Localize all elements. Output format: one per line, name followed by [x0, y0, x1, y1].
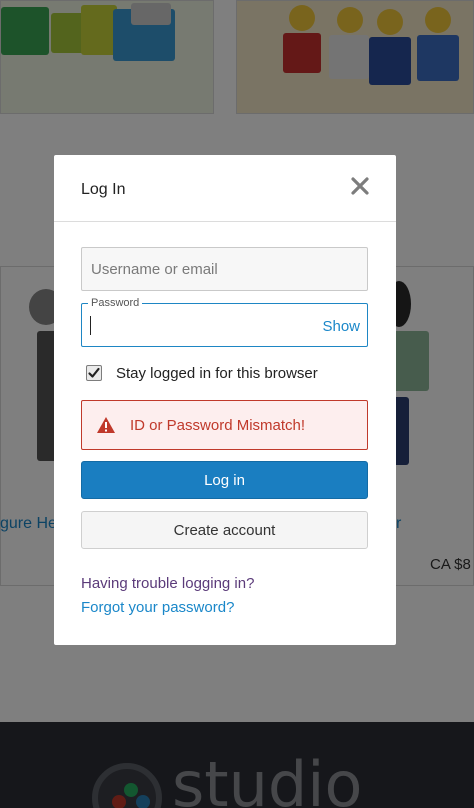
checkmark-icon — [88, 367, 100, 378]
forgot-password-link[interactable]: Forgot your password? — [81, 599, 234, 616]
close-button[interactable] — [350, 176, 370, 196]
login-modal: Log In Password Show Stay logged in for … — [54, 155, 396, 645]
username-field[interactable] — [81, 247, 368, 291]
password-field[interactable]: Password Show — [81, 297, 368, 347]
text-cursor — [90, 316, 91, 335]
modal-title: Log In — [81, 181, 126, 198]
stay-logged-in-checkbox[interactable] — [86, 365, 102, 381]
stay-logged-in-row[interactable]: Stay logged in for this browser — [86, 363, 318, 383]
modal-header: Log In — [54, 155, 396, 222]
username-input[interactable] — [82, 248, 367, 290]
password-label: Password — [88, 297, 143, 309]
create-account-button[interactable]: Create account — [81, 511, 368, 549]
close-icon — [351, 177, 369, 195]
error-alert: ID or Password Mismatch! — [81, 400, 368, 450]
login-button[interactable]: Log in — [81, 461, 368, 499]
show-password-button[interactable]: Show — [322, 318, 360, 335]
error-message: ID or Password Mismatch! — [130, 416, 306, 434]
warning-icon — [97, 417, 115, 433]
trouble-logging-in-link[interactable]: Having trouble logging in? — [81, 575, 254, 592]
stay-logged-in-label: Stay logged in for this browser — [116, 364, 318, 382]
